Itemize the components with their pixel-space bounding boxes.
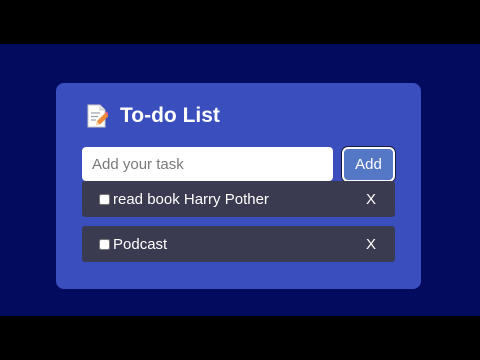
header: To-do List [86, 103, 220, 129]
task-checkbox[interactable] [99, 193, 110, 205]
task-item: read book Harry Pother X [82, 181, 395, 217]
task-input[interactable] [82, 147, 333, 181]
task-text[interactable]: read book Harry Pother [113, 191, 366, 208]
task-item: Podcast X [82, 226, 395, 262]
delete-button[interactable]: X [366, 191, 376, 208]
page-background: To-do List Add read book Harry Pother X … [0, 44, 480, 316]
todo-card: To-do List Add read book Harry Pother X … [56, 83, 421, 289]
page-title: To-do List [120, 104, 220, 127]
task-text[interactable]: Podcast [113, 236, 366, 253]
task-checkbox[interactable] [99, 238, 110, 250]
delete-button[interactable]: X [366, 236, 376, 253]
add-button[interactable]: Add [342, 147, 395, 182]
memo-icon [87, 104, 108, 128]
